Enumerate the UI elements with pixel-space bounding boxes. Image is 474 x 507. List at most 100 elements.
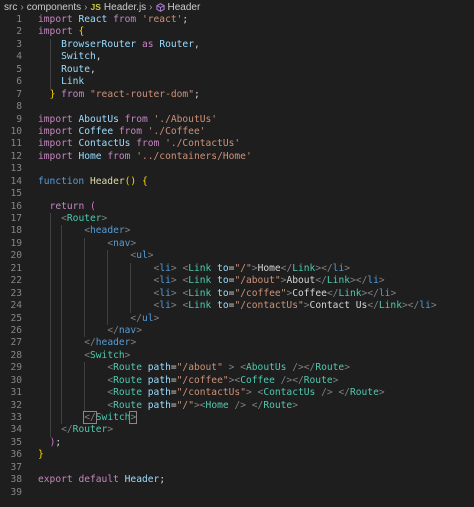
code-line[interactable]: 4 Switch, — [0, 51, 474, 64]
code-line[interactable]: 10 import Coffee from './Coffee' — [0, 126, 474, 138]
code-text: ); — [38, 436, 62, 449]
code-line[interactable]: 22 <li> <Link to="/about">About</Link></… — [0, 275, 474, 288]
code-line[interactable]: 17 <Router> — [0, 213, 474, 226]
line-number: 10 — [10, 125, 22, 137]
line-number: 11 — [10, 138, 22, 150]
code-text: <li> <Link to="/contactUs">Contact Us</L… — [38, 300, 437, 312]
code-token: Route — [263, 399, 293, 411]
code-text: Route, — [38, 64, 96, 76]
line-number: 3 — [16, 38, 22, 50]
code-line[interactable]: 9 import AboutUs from './AboutUs' — [0, 114, 474, 126]
code-line[interactable]: 7 } from "react-router-dom"; — [0, 89, 474, 101]
code-text: return ( — [38, 201, 96, 213]
code-token: AboutUs — [246, 362, 287, 374]
code-token: </ — [107, 324, 119, 336]
code-line[interactable]: 3 BrowserRouter as Router, — [0, 38, 474, 52]
code-token: import — [38, 150, 79, 162]
code-text: </Router> — [38, 424, 113, 436]
code-text: BrowserRouter as Router, — [38, 39, 200, 51]
code-line[interactable]: 33 </Switch> — [0, 411, 474, 425]
code-token: > — [130, 237, 137, 249]
code-line[interactable]: 25 </ul> — [0, 312, 474, 325]
code-token: as — [136, 38, 160, 50]
code-text: import { — [38, 26, 84, 38]
code-token: Route — [303, 374, 333, 386]
code-line[interactable]: 39 — [0, 487, 474, 499]
code-line[interactable]: 11 import ContactUs from './ContactUs' — [0, 138, 474, 150]
code-text: <Router> — [38, 213, 107, 225]
code-line[interactable]: 35 ); — [0, 437, 474, 449]
breadcrumb-components[interactable]: components — [27, 2, 81, 13]
code-token: Coffee — [78, 125, 114, 137]
code-token: '../containers/Home' — [136, 150, 252, 162]
code-line[interactable]: 27 </header> — [0, 337, 474, 350]
code-line[interactable]: 16 return ( — [0, 201, 474, 213]
code-text: <nav> — [38, 238, 136, 250]
code-token: Link — [188, 287, 212, 299]
code-token: "/" — [234, 262, 252, 274]
code-token: Home — [205, 399, 229, 411]
code-token: li — [159, 287, 171, 299]
code-token: ; — [55, 436, 62, 448]
code-line[interactable]: 12 import Home from '../containers/Home' — [0, 151, 474, 163]
line-number: 5 — [16, 63, 22, 75]
breadcrumb-src[interactable]: src — [4, 2, 17, 13]
code-line[interactable]: 21 <li> <Link to="/">Home</Link></li> — [0, 262, 474, 276]
code-line[interactable]: 34 </Router> — [0, 424, 474, 437]
code-line[interactable]: 14 function Header() { — [0, 176, 474, 188]
code-token: Switch — [61, 51, 96, 63]
code-token: > — [390, 287, 397, 299]
code-token: li — [332, 262, 345, 274]
code-line[interactable]: 5 Route, — [0, 63, 474, 77]
line-number: 34 — [10, 424, 22, 436]
code-line[interactable]: 19 <nav> — [0, 237, 474, 251]
code-line[interactable]: 18 <header> — [0, 225, 474, 238]
code-text: import ContactUs from './ContactUs' — [38, 138, 240, 150]
code-line[interactable]: 24 <li> <Link to="/contactUs">Contact Us… — [0, 300, 474, 313]
code-line[interactable]: 31 <Route path="/contactUs"> <ContactUs … — [0, 387, 474, 400]
code-token: </ — [315, 275, 327, 287]
code-line[interactable]: 13 — [0, 163, 474, 175]
code-line[interactable]: 37 — [0, 462, 474, 474]
code-line[interactable]: 28 <Switch> — [0, 349, 474, 363]
code-line[interactable]: 30 <Route path="/coffee"><Coffee /></Rou… — [0, 374, 474, 388]
code-line[interactable]: 23 <li> <Link to="/coffee">Coffee</Link>… — [0, 287, 474, 301]
code-line[interactable]: 6 Link — [0, 76, 474, 89]
code-text: <Route path="/coffee"><Coffee /></Route> — [38, 375, 338, 387]
code-token: Router — [159, 38, 194, 50]
code-token: Coffee — [240, 374, 275, 386]
code-token: Home — [78, 150, 102, 162]
code-editor[interactable]: 1 import React from 'react'; 2 import {3 Br… — [0, 14, 474, 499]
code-text: <Route path="/contactUs"> <ContactUs /> … — [38, 387, 384, 399]
code-line[interactable]: 36} — [0, 449, 474, 461]
code-line[interactable]: 29 <Route path="/about" > <AboutUs /></R… — [0, 362, 474, 375]
code-token: './AboutUs' — [153, 113, 218, 125]
breadcrumb-file[interactable]: Header.js — [104, 2, 146, 13]
code-line[interactable]: 32 <Route path="/"><Home /> </Route> — [0, 399, 474, 412]
code-line[interactable]: 2 import { — [0, 26, 474, 38]
code-token: import — [38, 26, 79, 38]
code-token: /></ — [280, 374, 304, 386]
code-token: , — [90, 63, 96, 75]
code-line[interactable]: 20 <ul> — [0, 250, 474, 263]
code-line[interactable]: 8 — [0, 101, 474, 113]
breadcrumb-symbol[interactable]: Header — [168, 2, 201, 13]
code-token: </ — [280, 262, 293, 274]
code-token: import — [38, 14, 79, 25]
line-number: 36 — [10, 449, 22, 461]
line-number: 8 — [16, 101, 22, 113]
code-line[interactable]: 15 — [0, 188, 474, 200]
code-token: Route — [113, 374, 142, 386]
code-line[interactable]: 38 export default Header; — [0, 474, 474, 486]
line-number: 2 — [16, 26, 22, 38]
code-token: > — [153, 312, 160, 324]
code-line[interactable]: 26 </nav> — [0, 324, 474, 338]
code-line[interactable]: 1 import React from 'react'; — [0, 14, 474, 26]
